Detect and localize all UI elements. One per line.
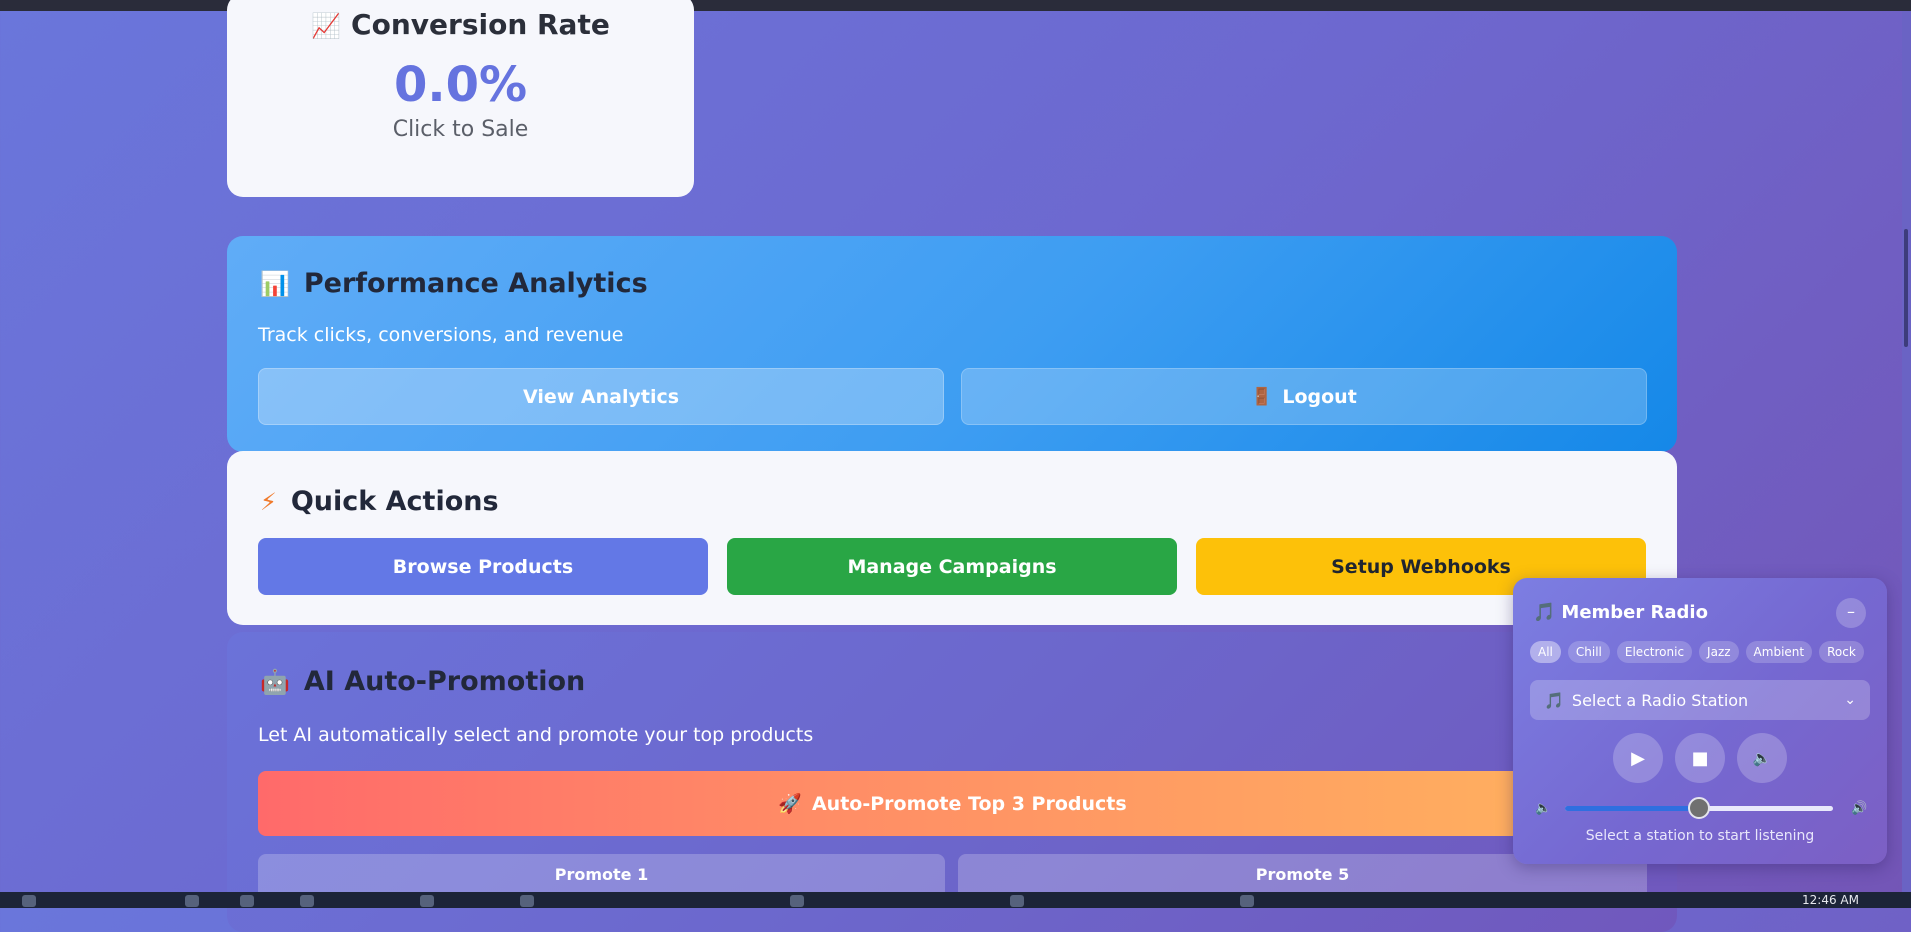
- manage-campaigns-label: Manage Campaigns: [847, 555, 1057, 578]
- bar-chart-icon: 📊: [260, 270, 290, 298]
- robot-icon: 🤖: [260, 668, 290, 696]
- volume-low-icon: 🔈: [1535, 801, 1552, 816]
- page-scrollbar[interactable]: [1902, 11, 1911, 892]
- genre-chip-electronic[interactable]: Electronic: [1616, 641, 1693, 663]
- ai-auto-promotion-card: 🤖 AI Auto-Promotion Let AI automatically …: [227, 632, 1677, 932]
- member-radio-title: 🎵 Member Radio: [1533, 602, 1708, 623]
- genre-chip-ambient[interactable]: Ambient: [1745, 641, 1813, 663]
- chart-increasing-icon: 📈: [311, 12, 342, 40]
- genre-chip-rock[interactable]: Rock: [1819, 641, 1864, 663]
- quick-actions-title: ⚡ Quick Actions: [260, 486, 499, 517]
- conversion-rate-card: 📈 Conversion Rate 0.0% Click to Sale: [227, 0, 694, 197]
- rocket-icon: 🚀: [778, 793, 802, 815]
- taskbar-app-icon[interactable]: [1010, 895, 1024, 907]
- setup-webhooks-label: Setup Webhooks: [1331, 555, 1511, 578]
- performance-analytics-description: Track clicks, conversions, and revenue: [258, 324, 624, 346]
- auto-promote-label: Auto-Promote Top 3 Products: [811, 792, 1127, 815]
- taskbar-app-icon[interactable]: [420, 895, 434, 907]
- radio-station-select[interactable]: 🎵 Select a Radio Station ⌄: [1530, 680, 1870, 720]
- speaker-icon: 🔈: [1752, 749, 1772, 767]
- taskbar-app-icon[interactable]: [1240, 895, 1254, 907]
- promote-1-button[interactable]: Promote 1: [258, 854, 945, 894]
- stop-icon: ■: [1691, 747, 1709, 769]
- volume-slider[interactable]: [1565, 797, 1833, 819]
- ai-auto-promotion-title-text: AI Auto-Promotion: [303, 666, 586, 697]
- browse-products-button[interactable]: Browse Products: [258, 538, 708, 595]
- stop-button[interactable]: ■: [1675, 733, 1725, 783]
- chevron-down-icon: ⌄: [1844, 692, 1856, 708]
- minimize-button[interactable]: –: [1836, 598, 1866, 628]
- play-button[interactable]: ▶: [1613, 733, 1663, 783]
- member-radio-widget: 🎵 Member Radio – All Chill Electronic Jaz…: [1513, 578, 1887, 864]
- logout-label: Logout: [1282, 385, 1357, 408]
- conversion-rate-title-text: Conversion Rate: [351, 8, 610, 41]
- play-icon: ▶: [1631, 747, 1645, 769]
- ai-auto-promotion-title: 🤖 AI Auto-Promotion: [260, 666, 585, 697]
- door-icon: 🚪: [1251, 386, 1273, 407]
- taskbar-app-icon[interactable]: [520, 895, 534, 907]
- quick-actions-card: ⚡ Quick Actions Browse Products Manage Ca…: [227, 451, 1677, 625]
- browse-products-label: Browse Products: [392, 555, 574, 578]
- promote-5-label: Promote 5: [1255, 864, 1350, 884]
- music-note-icon: 🎵: [1544, 690, 1564, 710]
- music-note-icon: 🎵: [1533, 602, 1556, 623]
- performance-analytics-title: 📊 Performance Analytics: [260, 268, 648, 299]
- promote-1-label: Promote 1: [554, 864, 649, 884]
- genre-chip-chill[interactable]: Chill: [1567, 641, 1610, 663]
- genre-chip-all[interactable]: All: [1530, 641, 1561, 663]
- logout-button[interactable]: 🚪 Logout: [961, 368, 1647, 425]
- auto-promote-button[interactable]: 🚀 Auto-Promote Top 3 Products: [258, 771, 1647, 836]
- performance-analytics-card: 📊 Performance Analytics Track clicks, con…: [227, 236, 1677, 452]
- taskbar-clock: 12:46 AM: [1802, 893, 1859, 907]
- taskbar-app-icon[interactable]: [185, 895, 199, 907]
- taskbar-app-icon[interactable]: [300, 895, 314, 907]
- lightning-icon: ⚡: [260, 488, 277, 516]
- mute-button[interactable]: 🔈: [1737, 733, 1787, 783]
- genre-chip-jazz[interactable]: Jazz: [1699, 641, 1739, 663]
- taskbar-app-icon[interactable]: [240, 895, 254, 907]
- volume-high-icon: 🔊: [1851, 801, 1868, 816]
- radio-station-select-value: Select a Radio Station: [1571, 690, 1749, 710]
- conversion-rate-title: 📈 Conversion Rate: [227, 8, 694, 41]
- member-radio-title-text: Member Radio: [1561, 602, 1708, 623]
- start-icon[interactable]: [22, 895, 36, 907]
- view-analytics-button[interactable]: View Analytics: [258, 368, 944, 425]
- genre-filter-list: All Chill Electronic Jazz Ambient Rock: [1530, 641, 1864, 663]
- quick-actions-title-text: Quick Actions: [290, 486, 499, 517]
- performance-analytics-title-text: Performance Analytics: [303, 268, 648, 299]
- taskbar-app-icon[interactable]: [790, 895, 804, 907]
- volume-slider-fill: [1565, 806, 1699, 811]
- conversion-rate-subtitle: Click to Sale: [392, 117, 529, 142]
- ai-auto-promotion-description: Let AI automatically select and promote …: [258, 724, 814, 746]
- view-analytics-label: View Analytics: [522, 385, 680, 408]
- conversion-rate-value: 0.0%: [393, 57, 528, 113]
- volume-slider-thumb[interactable]: [1688, 797, 1710, 819]
- manage-campaigns-button[interactable]: Manage Campaigns: [727, 538, 1177, 595]
- scrollbar-thumb[interactable]: [1904, 229, 1908, 347]
- radio-status-text: Select a station to start listening: [1585, 828, 1815, 844]
- os-taskbar: 12:46 AM: [0, 892, 1911, 908]
